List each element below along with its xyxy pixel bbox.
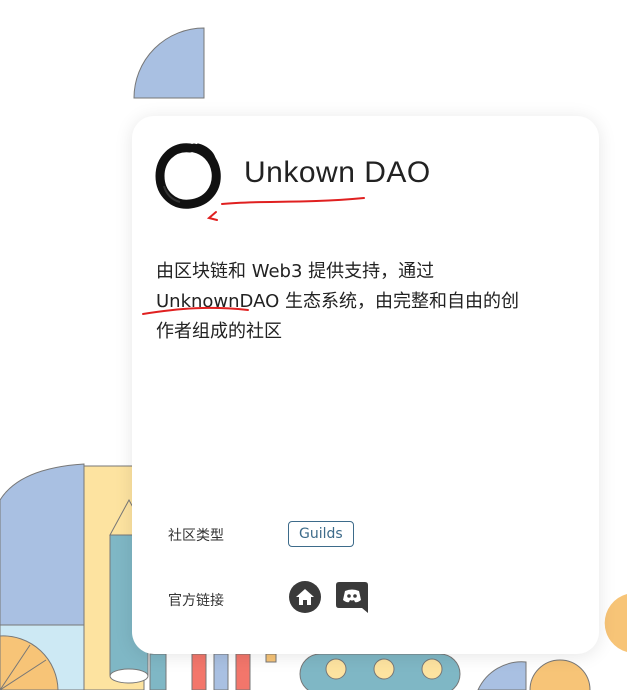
community-type-tag[interactable]: Guilds xyxy=(288,521,354,547)
description-line: 作者组成的社区 xyxy=(156,321,282,342)
official-links-label: 官方链接 xyxy=(168,593,224,609)
discord-icon[interactable] xyxy=(335,580,369,614)
dao-logo xyxy=(155,143,221,209)
dao-name: Unkown DAO xyxy=(244,156,431,189)
description-line: 由区块链和 Web3 提供支持，通过 xyxy=(156,261,435,282)
description-line: UnknownDAO 生态系统，由完整和自由的创 xyxy=(156,291,519,312)
dao-info-card: Unkown DAO 由区块链和 Web3 提供支持，通过 UnknownDAO… xyxy=(132,116,599,654)
community-type-label: 社区类型 xyxy=(168,528,224,544)
home-icon[interactable] xyxy=(288,580,322,614)
dao-description: 由区块链和 Web3 提供支持，通过 UnknownDAO 生态系统，由完整和自… xyxy=(156,257,576,347)
